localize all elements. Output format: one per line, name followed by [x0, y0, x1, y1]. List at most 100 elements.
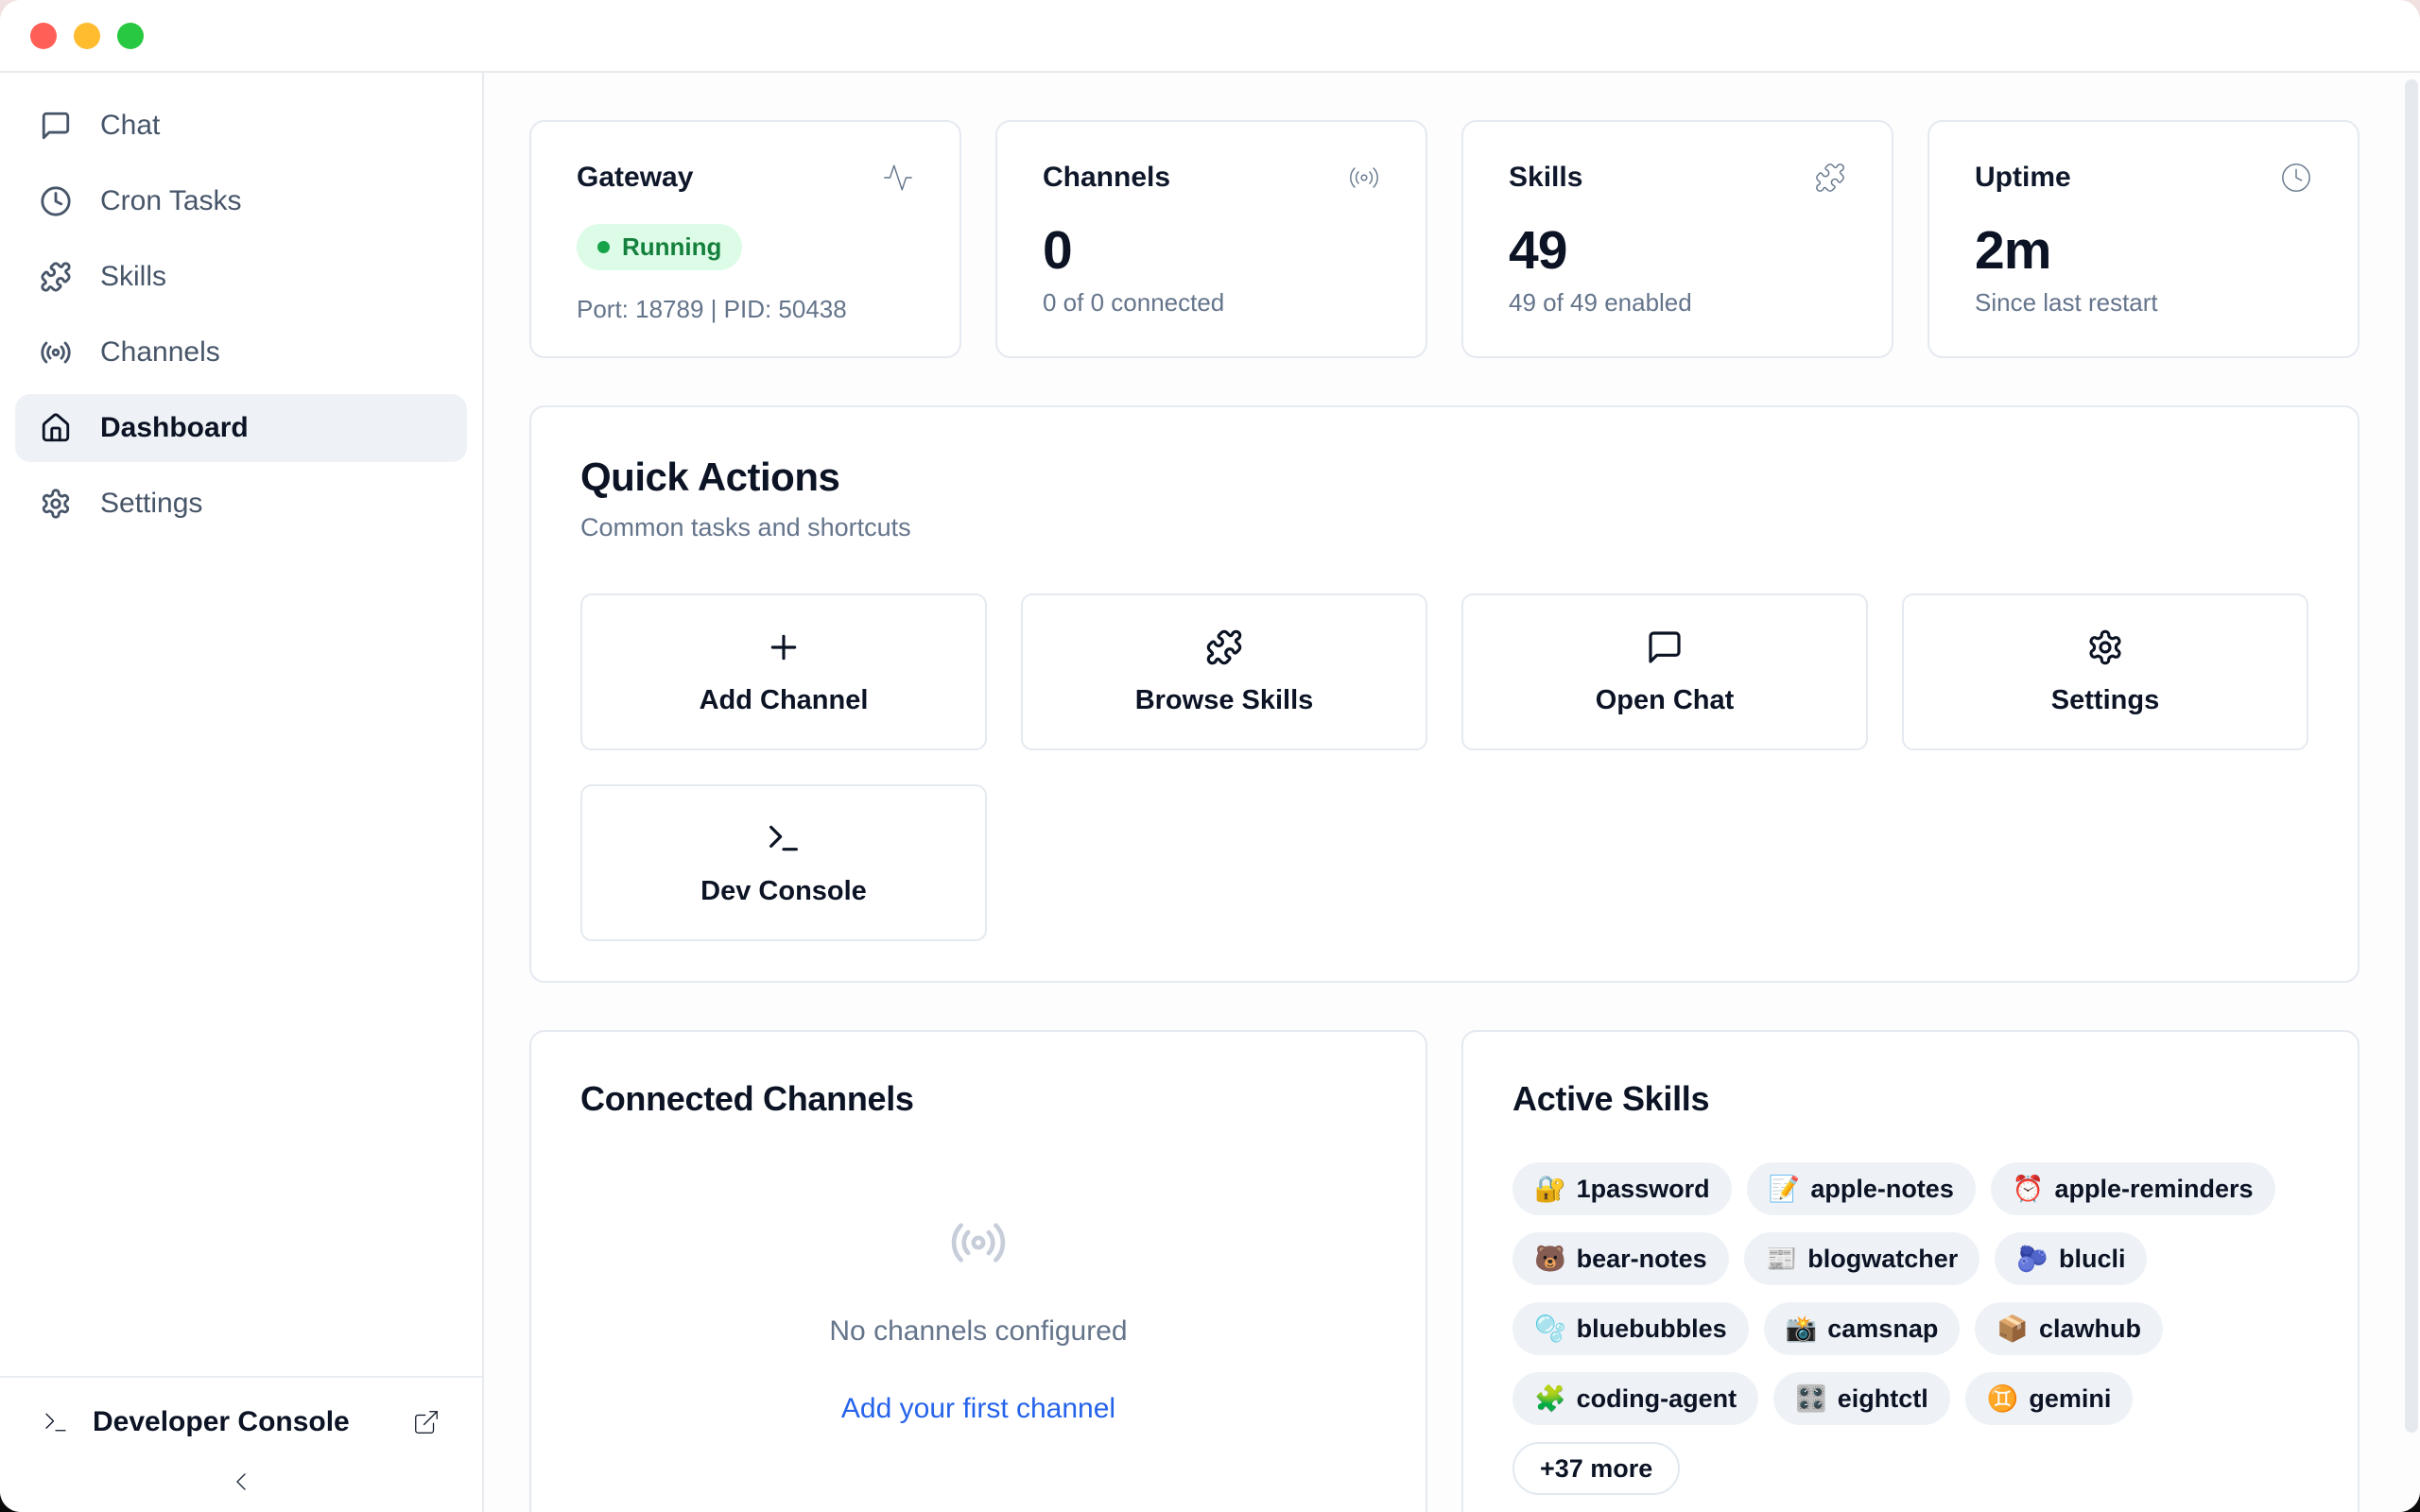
- skill-emoji: 📰: [1766, 1244, 1798, 1274]
- add-first-channel-link[interactable]: Add your first channel: [841, 1393, 1115, 1425]
- chat-icon: [40, 110, 72, 142]
- sidebar-item-label: Dashboard: [100, 412, 249, 444]
- skill-emoji: 🫐: [2016, 1244, 2048, 1274]
- puzzle-icon: [1814, 162, 1846, 194]
- active-skills-panel: Active Skills 🔐1password 📝apple-notes ⏰a…: [1461, 1030, 2360, 1512]
- skill-emoji: 🫧: [1534, 1314, 1566, 1344]
- quick-actions-subtitle: Common tasks and shortcuts: [580, 513, 2308, 542]
- terminal-icon: [42, 1408, 70, 1436]
- settings-button[interactable]: Settings: [1902, 593, 2308, 750]
- sidebar-item-cron-tasks[interactable]: Cron Tasks: [15, 167, 467, 235]
- skill-emoji: 📸: [1786, 1314, 1818, 1344]
- stat-value: 0: [1043, 220, 1380, 283]
- active-skills-title: Active Skills: [1512, 1079, 2308, 1119]
- terminal-icon: [765, 819, 803, 857]
- stat-detail: Since last restart: [1975, 288, 2312, 318]
- empty-state-text: No channels configured: [829, 1315, 1127, 1348]
- skill-chip: 🫧bluebubbles: [1512, 1302, 1749, 1355]
- quick-actions-grid: Add Channel Browse Skills Open Chat Sett…: [580, 593, 2308, 941]
- skill-emoji: 🐻: [1534, 1244, 1566, 1274]
- open-chat-button[interactable]: Open Chat: [1461, 593, 1868, 750]
- skill-emoji: 🔐: [1534, 1174, 1566, 1204]
- skill-chip: 🎛️eightctl: [1773, 1372, 1950, 1425]
- clock-icon: [40, 185, 72, 217]
- activity-icon: [882, 162, 914, 194]
- sidebar-footer: Developer Console: [0, 1376, 482, 1512]
- broadcast-icon: [40, 336, 72, 369]
- skill-chip: 🐻bear-notes: [1512, 1232, 1729, 1285]
- bottom-section: Connected Channels No channels configure…: [529, 1030, 2360, 1512]
- stats-row: Gateway Running Port: 18789 | PID: 50438…: [529, 120, 2360, 358]
- stat-title: Uptime: [1975, 162, 2071, 194]
- stat-card-gateway: Gateway Running Port: 18789 | PID: 50438: [529, 120, 961, 358]
- status-badge: Running: [577, 224, 742, 270]
- skill-chip: 🧩coding-agent: [1512, 1372, 1758, 1425]
- developer-console-label: Developer Console: [93, 1406, 350, 1438]
- sidebar-item-label: Cron Tasks: [100, 185, 242, 217]
- skill-chip: 🔐1password: [1512, 1162, 1732, 1215]
- sidebar-item-skills[interactable]: Skills: [15, 243, 467, 311]
- skill-chip: 📰blogwatcher: [1744, 1232, 1980, 1285]
- stat-card-channels: Channels 0 0 of 0 connected: [995, 120, 1427, 358]
- add-channel-button[interactable]: Add Channel: [580, 593, 987, 750]
- gear-icon: [2086, 628, 2124, 666]
- stat-title: Gateway: [577, 162, 693, 194]
- stat-detail: 0 of 0 connected: [1043, 288, 1380, 318]
- app-window: Chat Cron Tasks Skills Channels Dashboar…: [0, 0, 2420, 1512]
- home-icon: [40, 412, 72, 444]
- skill-emoji: 📝: [1769, 1174, 1801, 1204]
- connected-channels-panel: Connected Channels No channels configure…: [529, 1030, 1427, 1512]
- scrollbar-thumb[interactable]: [2405, 79, 2418, 1433]
- more-skills-button[interactable]: +37 more: [1512, 1442, 1680, 1495]
- browse-skills-button[interactable]: Browse Skills: [1021, 593, 1427, 750]
- sidebar-item-channels[interactable]: Channels: [15, 318, 467, 387]
- stat-title: Skills: [1509, 162, 1582, 194]
- skill-chip: ⏰apple-reminders: [1991, 1162, 2275, 1215]
- titlebar: [0, 0, 2420, 73]
- skill-chip: 🫐blucli: [1995, 1232, 2147, 1285]
- external-link-icon: [412, 1408, 441, 1436]
- sidebar-item-settings[interactable]: Settings: [15, 470, 467, 538]
- stat-card-skills: Skills 49 49 of 49 enabled: [1461, 120, 1893, 358]
- clock-icon: [2280, 162, 2312, 194]
- chat-icon: [1646, 628, 1684, 666]
- close-button[interactable]: [30, 23, 57, 49]
- skill-emoji: ♊️: [1987, 1383, 2019, 1414]
- status-dot: [597, 241, 610, 253]
- stat-title: Channels: [1043, 162, 1170, 194]
- skill-chip: 📝apple-notes: [1747, 1162, 1976, 1215]
- skill-chip: 📦clawhub: [1975, 1302, 2163, 1355]
- stat-card-uptime: Uptime 2m Since last restart: [1927, 120, 2360, 358]
- plus-icon: [765, 628, 803, 666]
- minimize-button[interactable]: [74, 23, 100, 49]
- stat-value: 2m: [1975, 220, 2312, 283]
- sidebar-item-label: Channels: [100, 336, 220, 369]
- zoom-button[interactable]: [117, 23, 144, 49]
- broadcast-icon: [949, 1213, 1008, 1272]
- sidebar-item-chat[interactable]: Chat: [15, 92, 467, 160]
- sidebar-nav: Chat Cron Tasks Skills Channels Dashboar…: [0, 73, 482, 545]
- chevron-left-icon: [226, 1467, 256, 1497]
- skill-emoji: 🧩: [1534, 1383, 1566, 1414]
- collapse-sidebar-button[interactable]: [42, 1467, 441, 1497]
- sidebar: Chat Cron Tasks Skills Channels Dashboar…: [0, 73, 484, 1512]
- quick-actions-title: Quick Actions: [580, 455, 2308, 500]
- dev-console-button[interactable]: Dev Console: [580, 784, 987, 941]
- connected-channels-title: Connected Channels: [580, 1079, 1376, 1119]
- channels-empty-state: No channels configured Add your first ch…: [580, 1213, 1376, 1425]
- sidebar-item-label: Chat: [100, 110, 160, 142]
- skill-emoji: 📦: [1996, 1314, 2029, 1344]
- sidebar-item-label: Skills: [100, 261, 166, 293]
- skill-emoji: ⏰: [2013, 1174, 2045, 1204]
- puzzle-icon: [40, 261, 72, 293]
- stat-value: 49: [1509, 220, 1846, 283]
- sidebar-item-dashboard[interactable]: Dashboard: [15, 394, 467, 462]
- skill-emoji: 🎛️: [1795, 1383, 1827, 1414]
- developer-console-button[interactable]: Developer Console: [42, 1406, 441, 1438]
- skill-chip: ♊️gemini: [1965, 1372, 2134, 1425]
- stat-detail: 49 of 49 enabled: [1509, 288, 1846, 318]
- skill-chip: 📸camsnap: [1764, 1302, 1961, 1355]
- sidebar-item-label: Settings: [100, 488, 202, 520]
- gear-icon: [40, 488, 72, 520]
- quick-actions-panel: Quick Actions Common tasks and shortcuts…: [529, 405, 2360, 983]
